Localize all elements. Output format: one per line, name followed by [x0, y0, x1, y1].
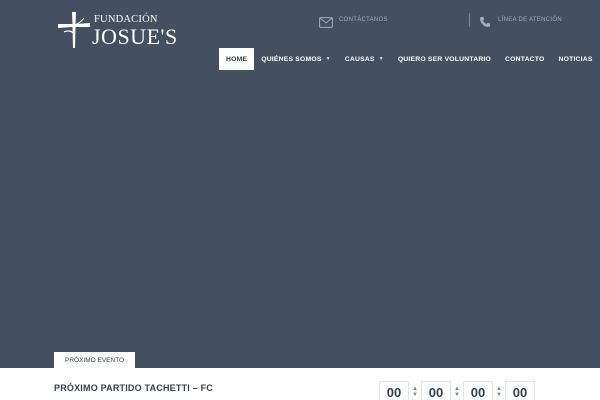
countdown-separator: ▲ ▼ — [496, 386, 502, 398]
contact-phone[interactable]: LÍNEA DE ATENCIÓN — [478, 12, 562, 32]
logo[interactable]: FUNDACIÓN JOSUE'S — [54, 10, 177, 50]
countdown-days: 00 — [379, 381, 409, 400]
event-bar: PRÓXIMO PARTIDO TACHETTI – FC 00 ▲ ▼ 00 ▲… — [0, 368, 600, 400]
countdown-hours: 00 — [421, 381, 451, 400]
nav-voluntario-label: QUIERO SER VOLUNTARIO — [397, 55, 492, 63]
chevron-down-icon: ▼ — [378, 56, 384, 62]
nav-quienes-somos-label: QUIÉNES SOMOS — [261, 55, 322, 63]
contact-email[interactable]: CONTÁCTANOS — [319, 12, 388, 32]
nav-quienes-somos[interactable]: QUIÉNES SOMOS ▼ — [254, 48, 338, 70]
nav-noticias-label: NOTICIAS — [558, 55, 593, 63]
countdown-separator: ▲ ▼ — [412, 386, 418, 398]
header: FUNDACIÓN JOSUE'S CONTÁCTANOS LÍNEA DE A… — [0, 0, 600, 72]
contact-phone-label: LÍNEA DE ATENCIÓN — [498, 16, 563, 23]
nav-voluntario[interactable]: QUIERO SER VOLUNTARIO — [391, 48, 498, 70]
chevron-down-icon: ▼ — [325, 56, 331, 62]
nav-home[interactable]: HOME — [219, 48, 255, 70]
envelope-icon — [319, 16, 333, 28]
main-nav: HOME QUIÉNES SOMOS ▼ CAUSAS ▼ QUIERO SER V… — [219, 48, 600, 70]
next-event-tab-label: PRÓXIMO EVENTO — [65, 356, 125, 364]
nav-home-label: HOME — [226, 55, 248, 63]
phone-icon — [478, 16, 492, 28]
cross-logo-icon — [58, 12, 90, 48]
nav-causas-label: CAUSAS — [344, 55, 375, 63]
header-divider — [469, 13, 470, 27]
countdown-seconds: 00 — [505, 381, 535, 400]
contact-email-label: CONTÁCTANOS — [339, 16, 388, 23]
event-title[interactable]: PRÓXIMO PARTIDO TACHETTI – FC — [54, 383, 213, 393]
nav-contacto[interactable]: CONTACTO — [498, 48, 551, 70]
next-event-tab: PRÓXIMO EVENTO — [54, 352, 136, 368]
countdown: 00 ▲ ▼ 00 ▲ ▼ 00 ▲ ▼ 00 — [379, 381, 535, 400]
logo-text-josues: JOSUE'S — [92, 24, 178, 49]
nav-causas[interactable]: CAUSAS ▼ — [338, 48, 391, 70]
nav-noticias[interactable]: NOTICIAS — [552, 48, 600, 70]
hero-banner — [0, 72, 600, 368]
nav-contacto-label: CONTACTO — [505, 55, 545, 63]
countdown-separator: ▲ ▼ — [454, 386, 460, 398]
countdown-minutes: 00 — [463, 381, 493, 400]
